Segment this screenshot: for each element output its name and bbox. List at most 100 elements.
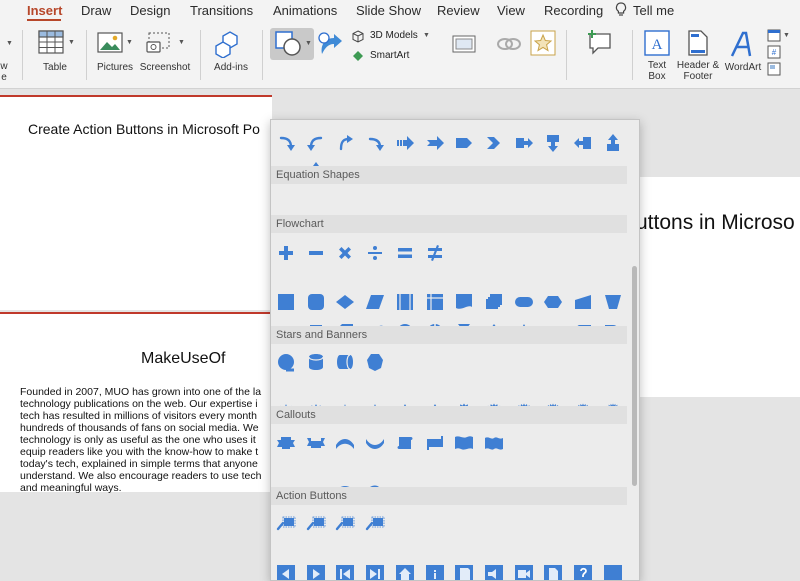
action-button-shape-1[interactable] bbox=[276, 564, 296, 581]
flowchart-shape-4[interactable] bbox=[365, 292, 385, 312]
action-button-shape-12[interactable] bbox=[603, 564, 623, 581]
3d-models-button[interactable]: 3D Models ▼ bbox=[352, 30, 434, 44]
arrow-shape-4-curved-arrow-down[interactable] bbox=[365, 133, 385, 153]
action-button-shape-2[interactable] bbox=[306, 564, 326, 581]
arrow-shape-3-curved-arrow-up[interactable] bbox=[335, 133, 355, 153]
add-ins-icon bbox=[215, 31, 238, 58]
icons-button[interactable] bbox=[316, 30, 346, 60]
arrow-shape-9-callout-arrow-right[interactable] bbox=[514, 133, 534, 153]
header-footer-button[interactable]: Header & Footer bbox=[676, 28, 720, 84]
banner-shape-1[interactable] bbox=[276, 433, 296, 453]
action-button-shape-10[interactable] bbox=[543, 564, 563, 581]
flowchart-shape-3[interactable] bbox=[335, 292, 355, 312]
screenshot-button[interactable]: ▼ Screenshot bbox=[138, 28, 192, 78]
shapes-button[interactable]: ▼ bbox=[270, 28, 314, 60]
action-button-shape-7[interactable] bbox=[454, 564, 474, 581]
comment-button[interactable] bbox=[586, 28, 614, 56]
action-button-shape-9[interactable] bbox=[514, 564, 534, 581]
flowchart-shape-1[interactable] bbox=[276, 292, 296, 312]
arrow-shape-2-curved-arrow-left[interactable] bbox=[306, 133, 326, 153]
arrow-shape-11-callout-arrow-left[interactable] bbox=[573, 133, 593, 153]
slide-thumbnail-1[interactable]: Create Action Buttons in Microsoft Po bbox=[0, 95, 272, 310]
flowchart-shape-5[interactable] bbox=[395, 292, 415, 312]
banner-shape-3[interactable] bbox=[335, 433, 355, 453]
tab-view[interactable]: View bbox=[497, 3, 525, 18]
arrow-shape-10-callout-arrow-down[interactable] bbox=[543, 133, 563, 153]
tab-draw[interactable]: Draw bbox=[81, 3, 111, 18]
tell-me-search[interactable]: Tell me bbox=[633, 3, 674, 18]
action-button-shape-8[interactable] bbox=[484, 564, 504, 581]
slide-thumbnail-2[interactable]: MakeUseOf Founded in 2007, MUO has grown… bbox=[0, 312, 272, 494]
arrow-shape-5-striped-arrow-right[interactable] bbox=[395, 133, 415, 153]
banner-shape-5[interactable] bbox=[395, 433, 415, 453]
arrow-shape-12-callout-arrow-up[interactable] bbox=[603, 133, 623, 153]
flowchart-shape-8[interactable] bbox=[484, 292, 504, 312]
new-slide-button[interactable]: ▼ w e bbox=[0, 30, 14, 84]
tab-insert[interactable]: Insert bbox=[27, 3, 62, 18]
equation-plus-icon[interactable] bbox=[276, 243, 296, 263]
callout-shape-14[interactable] bbox=[306, 514, 326, 534]
body-line: hundreds of thousands of fans on social … bbox=[20, 422, 259, 434]
wordart-button[interactable]: WordArt bbox=[722, 28, 764, 78]
flowchart-shape-7[interactable] bbox=[454, 292, 474, 312]
flowchart-shape-11[interactable] bbox=[573, 292, 593, 312]
equation-not-equal-icon[interactable] bbox=[425, 243, 445, 263]
ribbon-tab-bar: Insert Draw Design Transitions Animation… bbox=[0, 0, 800, 22]
flowchart-shape-28[interactable] bbox=[365, 352, 385, 372]
tab-animations[interactable]: Animations bbox=[273, 3, 337, 18]
flowchart-shape-25[interactable] bbox=[276, 352, 296, 372]
add-ins-button[interactable]: Add-ins bbox=[208, 28, 254, 78]
banner-shape-8[interactable] bbox=[484, 433, 504, 453]
equation-divide-icon[interactable] bbox=[365, 243, 385, 263]
flowchart-shape-10[interactable] bbox=[543, 292, 563, 312]
flowchart-shape-12[interactable] bbox=[603, 292, 623, 312]
svg-text:A: A bbox=[652, 37, 663, 53]
table-button[interactable]: ▼ Table bbox=[30, 28, 80, 78]
arrow-shape-8-chevron-arrow[interactable] bbox=[484, 133, 504, 153]
comment-plus-icon bbox=[588, 30, 611, 55]
banner-shape-6[interactable] bbox=[425, 433, 445, 453]
action-button-shape-11[interactable] bbox=[573, 564, 593, 581]
tab-design[interactable]: Design bbox=[130, 3, 170, 18]
text-box-button[interactable]: A Text Box bbox=[640, 28, 674, 84]
tab-review[interactable]: Review bbox=[437, 3, 480, 18]
callout-shape-13[interactable] bbox=[276, 514, 296, 534]
flowchart-shape-26[interactable] bbox=[306, 352, 326, 372]
banner-shape-2[interactable] bbox=[306, 433, 326, 453]
chevron-down-icon: ▼ bbox=[6, 40, 13, 47]
tab-transitions[interactable]: Transitions bbox=[190, 3, 253, 18]
action-button-shape-5[interactable] bbox=[395, 564, 415, 581]
date-time-button[interactable] bbox=[767, 28, 781, 42]
action-button-shape-6[interactable] bbox=[425, 564, 445, 581]
object-button[interactable] bbox=[767, 62, 781, 76]
tab-slide-show[interactable]: Slide Show bbox=[356, 3, 421, 18]
tab-recording[interactable]: Recording bbox=[544, 3, 603, 18]
action-button-shape-4[interactable] bbox=[365, 564, 385, 581]
slide-workspace: Create Action Buttons in Microsoft Po ut… bbox=[0, 89, 800, 581]
action-link-button[interactable] bbox=[452, 30, 486, 58]
arrow-shape-7-pentagon-arrow[interactable] bbox=[454, 133, 474, 153]
gallery-scrollbar[interactable] bbox=[632, 266, 637, 486]
placeholder-button[interactable] bbox=[530, 30, 556, 56]
arrow-shape-6-notched-arrow-right[interactable] bbox=[425, 133, 445, 153]
body-line: equip readers like you with the know-how… bbox=[20, 446, 259, 458]
flowchart-shape-6[interactable] bbox=[425, 292, 445, 312]
body-line: tech has resulted in millions of visitor… bbox=[20, 410, 257, 422]
banner-shape-4[interactable] bbox=[365, 433, 385, 453]
smartart-button[interactable]: SmartArt bbox=[352, 50, 434, 64]
callout-shape-15[interactable] bbox=[335, 514, 355, 534]
pictures-button[interactable]: ▼ Pictures bbox=[92, 28, 138, 78]
flowchart-shape-2[interactable] bbox=[306, 292, 326, 312]
callout-shape-16[interactable] bbox=[365, 514, 385, 534]
equation-equal-icon[interactable] bbox=[395, 243, 415, 263]
arrow-shape-1-curved-arrow-right[interactable] bbox=[276, 133, 296, 153]
screenshot-label: Screenshot bbox=[139, 62, 191, 73]
flowchart-shape-9[interactable] bbox=[514, 292, 534, 312]
action-button-shape-3[interactable] bbox=[335, 564, 355, 581]
flowchart-shape-27[interactable] bbox=[335, 352, 355, 372]
banner-shape-7[interactable] bbox=[454, 433, 474, 453]
equation-minus-icon[interactable] bbox=[306, 243, 326, 263]
link-button[interactable] bbox=[496, 32, 522, 56]
equation-multiply-icon[interactable] bbox=[335, 243, 355, 263]
slide-number-button[interactable]: # bbox=[767, 45, 781, 59]
